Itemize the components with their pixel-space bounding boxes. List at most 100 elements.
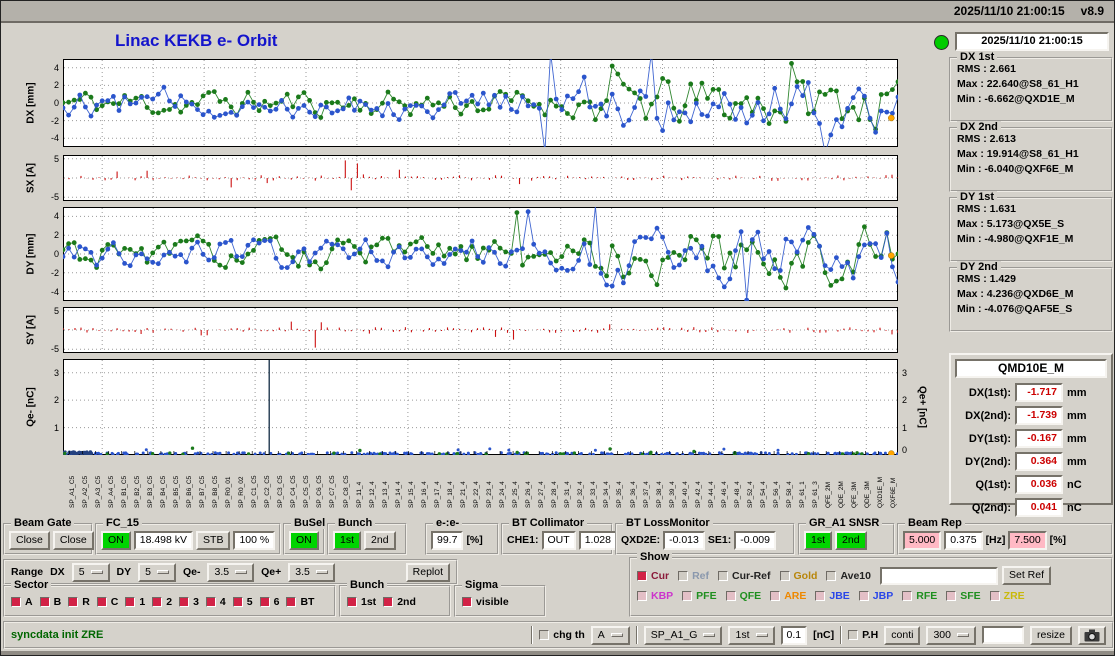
qmd-row-label: DX(2nd): [965, 409, 1011, 422]
bunch-view-1st-checkbox[interactable] [347, 597, 357, 607]
snapshot-button[interactable] [1078, 625, 1106, 645]
stats-min-row: Min : -4.076@QAF5E_S [957, 303, 1073, 315]
sector-r-checkbox[interactable] [68, 597, 79, 607]
sector-bt-item: BT [286, 596, 314, 608]
show-rfe-label: RFE [916, 590, 938, 602]
bunch-view-2nd-checkbox[interactable] [383, 597, 394, 607]
qmd-row: Q(1st): 0.036 nC [955, 475, 1107, 494]
show-ref-label: Ref [692, 569, 710, 582]
sector-1-checkbox[interactable] [125, 597, 136, 607]
show-item-jbp: JBP [858, 590, 893, 602]
range-dy-value: 5 [145, 565, 151, 578]
bunch-select[interactable]: 1st [728, 625, 775, 645]
sector-5-checkbox[interactable] [232, 597, 243, 607]
range-qep-select[interactable]: 3.5 [288, 562, 335, 582]
stats-max-row: Max : 4.236@QXD6E_M [957, 288, 1074, 300]
stats-min-row: Min : -6.662@QXD1E_M [957, 93, 1075, 105]
beam-gate-group: Beam Gate Close Close [3, 517, 94, 555]
ee-ratio-label: e-:e- [433, 517, 463, 529]
titlebar-version: v8.9 [1080, 4, 1104, 18]
bunch-view-2nd-label: 2nd [397, 596, 416, 608]
show-qfe-label: QFE [739, 590, 762, 602]
qmd-row: Q(2nd): 0.041 nC [955, 498, 1107, 517]
busel-on-button[interactable]: ON [289, 530, 319, 550]
ph-checkbox[interactable] [848, 630, 859, 640]
sigma-visible-checkbox[interactable] [462, 597, 472, 607]
show-item-rfe: RFE [902, 590, 937, 602]
show-are-label: ARE [784, 590, 807, 602]
beam-gate-close-2-button[interactable]: Close [52, 530, 94, 550]
extra-input[interactable] [981, 626, 1024, 644]
range-dx-select[interactable]: 5 [71, 562, 110, 582]
sector-c-label: C [110, 596, 119, 608]
gr-a1-2nd-button[interactable]: 2nd [835, 530, 867, 550]
sector-4-checkbox[interactable] [205, 597, 216, 607]
stats-rms-row: RMS : 1.429 [957, 273, 1016, 285]
stats-rms-row: RMS : 1.631 [957, 203, 1016, 215]
x-station-label: SP_24_4 [499, 481, 507, 508]
show-sfe-checkbox[interactable] [946, 591, 957, 601]
range-qem-value: 3.5 [214, 565, 230, 578]
show-pfe-checkbox[interactable] [682, 591, 693, 601]
points-select[interactable]: 300 [926, 625, 976, 645]
dx-y-tick: -4 [50, 133, 59, 144]
conti-button[interactable]: conti [884, 625, 921, 645]
set-ref-button[interactable]: Set Ref [1002, 566, 1052, 585]
beam-rep-aux-value: 0.375 [944, 530, 983, 550]
chg-th-checkbox[interactable] [539, 630, 550, 640]
fc15-stb-button[interactable]: STB [196, 530, 231, 550]
show-ave10-checkbox[interactable] [826, 570, 837, 581]
show-gold-checkbox[interactable] [779, 570, 790, 581]
show-item-ref: Ref [678, 570, 709, 582]
section-select[interactable]: A [590, 625, 630, 645]
show-are-checkbox[interactable] [770, 591, 781, 601]
sector-3-checkbox[interactable] [179, 597, 190, 607]
bunch-2nd-button[interactable]: 2nd [364, 530, 396, 550]
show-jbp-checkbox[interactable] [858, 591, 869, 601]
beam-gate-close-1-button[interactable]: Close [9, 530, 50, 550]
range-dy-select[interactable]: 5 [138, 562, 176, 582]
range-qep-label: Qe+ [261, 566, 282, 578]
show-ref-checkbox[interactable] [678, 570, 689, 581]
show-qfe-checkbox[interactable] [725, 591, 736, 601]
x-station-label: SP_61_1 [799, 481, 807, 508]
range-qem-select[interactable]: 3.5 [207, 562, 255, 582]
beam-rep-label: Beam Rep [905, 517, 965, 529]
sx-y-tick: -5 [50, 192, 59, 203]
section-value: A [597, 628, 605, 641]
show-kbp-checkbox[interactable] [637, 591, 647, 601]
sector-a-checkbox[interactable] [11, 597, 21, 607]
sector-bt-checkbox[interactable] [286, 597, 297, 607]
gr-a1-1st-button[interactable]: 1st [804, 530, 833, 550]
sector-2-checkbox[interactable] [152, 597, 163, 607]
show-cur-checkbox[interactable] [637, 570, 647, 581]
fc15-on-button[interactable]: ON [101, 530, 131, 550]
show-label: Show [637, 551, 673, 563]
qmd-row-unit: mm [1067, 455, 1087, 468]
show-rfe-checkbox[interactable] [902, 591, 913, 601]
replot-button[interactable]: Replot [405, 562, 450, 582]
che1-state-value: OUT [541, 530, 576, 550]
sx-plot-canvas [63, 155, 898, 201]
x-station-label: QXD1E_M [877, 476, 885, 508]
show-zre-checkbox[interactable] [989, 591, 1000, 601]
bunch-1st-button[interactable]: 1st [333, 530, 362, 550]
x-station-label: SP_52_4 [746, 481, 754, 508]
sector-c-checkbox[interactable] [96, 597, 107, 607]
stats-group-dx-2nd: DX 2nd RMS : 2.613 Max : 19.914@S8_61_H1 Mi… [949, 121, 1113, 192]
show-jbe-checkbox[interactable] [815, 591, 826, 601]
busel-label: BuSel [291, 517, 329, 529]
x-station-label: SP_18_4 [446, 481, 454, 508]
show-item-sfe: SFE [946, 590, 981, 602]
resize-button[interactable]: resize [1029, 625, 1072, 645]
sector-b-checkbox[interactable] [39, 597, 50, 607]
sector-6-checkbox[interactable] [259, 597, 270, 607]
ee-ratio-unit: [%] [466, 534, 483, 546]
monitor-select[interactable]: SP_A1_G [643, 625, 723, 645]
show-cur-ref-checkbox[interactable] [718, 570, 729, 581]
ref-file-input[interactable] [880, 566, 998, 585]
qmd-row-value: 0.041 [1015, 498, 1063, 517]
x-station-label: SP_B7_C5 [198, 475, 206, 508]
dx-plot-row: DX [mm] 4 2 0 -2 -4 [1, 59, 1114, 147]
bunch-view-2nd-item: 2nd [383, 596, 416, 608]
